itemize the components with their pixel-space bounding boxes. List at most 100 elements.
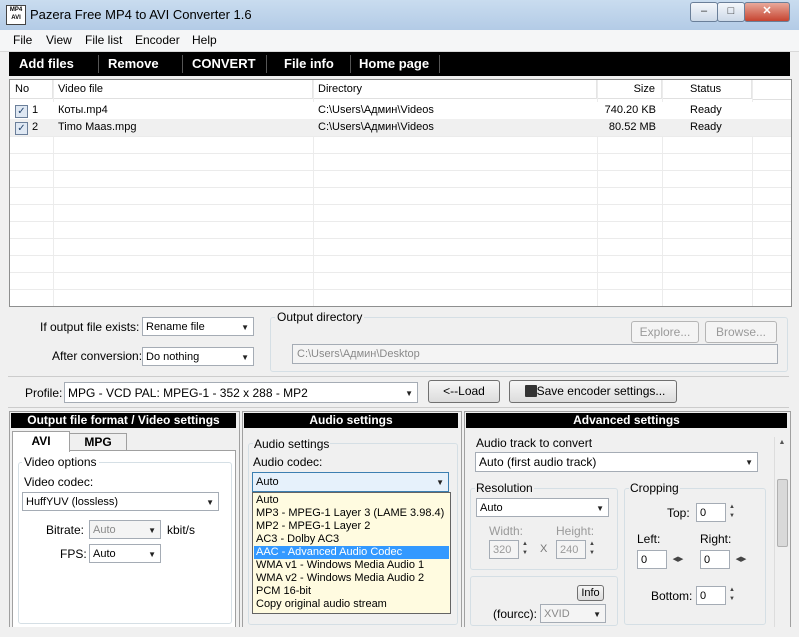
audio-settings-group-label: Audio settings xyxy=(253,437,331,451)
save-encoder-settings-label: Save encoder settings... xyxy=(536,384,666,398)
row-number: 1 xyxy=(32,104,39,116)
chevron-down-icon: ▼ xyxy=(148,526,156,535)
empty-row xyxy=(10,238,791,256)
file-list-table[interactable]: No Video file Directory Size Status ✓ 1 … xyxy=(9,79,792,307)
menu-file-list[interactable]: File list xyxy=(85,33,122,47)
close-button[interactable]: ✕ xyxy=(744,2,790,22)
save-disk-icon xyxy=(525,385,537,397)
video-options-label: Video options xyxy=(22,455,99,469)
resolution-value: Auto xyxy=(480,502,503,514)
audio-codec-option-mp2[interactable]: MP2 - MPEG-1 Layer 2 xyxy=(254,520,449,533)
output-directory-field[interactable]: C:\Users\Админ\Desktop xyxy=(292,344,778,364)
audio-codec-option-wma2[interactable]: WMA v2 - Windows Media Audio 2 xyxy=(254,572,449,585)
column-header-directory[interactable]: Directory xyxy=(314,80,597,99)
chevron-down-icon: ▼ xyxy=(405,389,413,398)
menu-help[interactable]: Help xyxy=(192,33,217,47)
fps-select[interactable]: Auto ▼ xyxy=(89,544,161,563)
crop-top-spin-buttons[interactable]: ▲ ▼ xyxy=(728,503,736,522)
row-status: Ready xyxy=(690,104,722,116)
profile-label: Profile: xyxy=(25,386,63,400)
audio-track-select[interactable]: Auto (first audio track) ▼ xyxy=(475,452,758,472)
empty-row xyxy=(10,153,791,171)
width-input[interactable]: 320 xyxy=(489,540,519,559)
crop-left-input[interactable]: 0 xyxy=(637,550,667,569)
audio-codec-option-auto[interactable]: Auto xyxy=(254,494,449,507)
after-conversion-select[interactable]: Do nothing ▼ xyxy=(142,347,254,366)
if-exists-value: Rename file xyxy=(146,321,205,333)
menu-encoder[interactable]: Encoder xyxy=(135,33,180,47)
width-spin-buttons[interactable]: ▲ ▼ xyxy=(521,540,529,559)
tab-avi[interactable]: AVI xyxy=(12,431,70,452)
convert-button[interactable]: CONVERT xyxy=(192,56,256,71)
crop-right-input[interactable]: 0 xyxy=(700,550,730,569)
info-button[interactable]: Info xyxy=(577,585,604,601)
audio-codec-option-aac[interactable]: AAC - Advanced Audio Codec xyxy=(254,546,449,559)
column-header-size[interactable]: Size xyxy=(598,80,662,99)
remove-button[interactable]: Remove xyxy=(108,56,159,71)
column-header-no[interactable]: No xyxy=(10,80,53,99)
resolution-select[interactable]: Auto ▼ xyxy=(476,498,609,517)
row-checkbox[interactable]: ✓ xyxy=(15,122,28,135)
width-label: Width: xyxy=(489,524,524,538)
audio-codec-option-mp3[interactable]: MP3 - MPEG-1 Layer 3 (LAME 3.98.4) xyxy=(254,507,449,520)
menu-file[interactable]: File xyxy=(13,33,32,47)
tab-mpg[interactable]: MPG xyxy=(69,433,127,451)
fourcc-select[interactable]: XVID ▼ xyxy=(540,604,606,623)
explore-button[interactable]: Explore... xyxy=(631,321,699,343)
audio-codec-option-pcm[interactable]: PCM 16-bit xyxy=(254,585,449,598)
audio-codec-dropdown-list[interactable]: Auto MP3 - MPEG-1 Layer 3 (LAME 3.98.4) … xyxy=(252,492,451,614)
row-directory: C:\Users\Админ\Videos xyxy=(318,121,434,133)
fps-label: FPS: xyxy=(60,547,87,561)
crop-left-spin-buttons[interactable]: ◀▶ xyxy=(669,550,687,569)
chevron-down-icon: ▼ xyxy=(745,458,753,467)
row-size: 80.52 MB xyxy=(608,121,656,133)
toolbar-separator xyxy=(266,55,267,73)
video-codec-select[interactable]: HuffYUV (lossless) ▼ xyxy=(22,492,219,511)
status-bar xyxy=(0,627,799,637)
maximize-button[interactable]: □ xyxy=(717,2,745,22)
toolbar-separator xyxy=(98,55,99,73)
profile-select[interactable]: MPG - VCD PAL: MPEG-1 - 352 x 288 - MP2 ▼ xyxy=(64,382,418,403)
bitrate-unit-label: kbit/s xyxy=(167,523,196,537)
home-page-button[interactable]: Home page xyxy=(359,56,429,71)
crop-bottom-input[interactable]: 0 xyxy=(696,586,726,605)
menu-view[interactable]: View xyxy=(46,33,72,47)
column-header-status[interactable]: Status xyxy=(663,80,752,99)
profile-value: MPG - VCD PAL: MPEG-1 - 352 x 288 - MP2 xyxy=(68,386,308,400)
after-conversion-label: After conversion: xyxy=(52,349,143,363)
browse-button[interactable]: Browse... xyxy=(705,321,777,343)
save-encoder-settings-button[interactable]: Save encoder settings... xyxy=(509,380,677,403)
scroll-up-icon[interactable]: ▲ xyxy=(777,439,787,449)
advanced-panel-scrollbar[interactable]: ▲ xyxy=(774,437,789,627)
audio-codec-option-ac3[interactable]: AC3 - Dolby AC3 xyxy=(254,533,449,546)
add-files-button[interactable]: Add files xyxy=(19,56,74,71)
empty-row xyxy=(10,289,791,306)
scrollbar-thumb[interactable] xyxy=(777,479,788,547)
app-icon: MP4 AVI xyxy=(6,5,26,25)
column-header-video-file[interactable]: Video file xyxy=(54,80,313,99)
row-checkbox[interactable]: ✓ xyxy=(15,105,28,118)
minimize-button[interactable]: – xyxy=(690,2,718,22)
chevron-down-icon: ▼ xyxy=(241,353,249,362)
chevron-down-icon: ▼ xyxy=(593,610,601,619)
if-exists-select[interactable]: Rename file ▼ xyxy=(142,317,254,336)
audio-track-value: Auto (first audio track) xyxy=(479,455,597,469)
table-row[interactable]: ✓ 2 Timo Maas.mpg C:\Users\Админ\Videos … xyxy=(10,119,791,137)
crop-top-input[interactable]: 0 xyxy=(696,503,726,522)
height-spin-buttons[interactable]: ▲ ▼ xyxy=(588,540,596,559)
crop-right-spin-buttons[interactable]: ◀▶ xyxy=(732,550,750,569)
after-conversion-value: Do nothing xyxy=(146,351,200,363)
audio-codec-select[interactable]: Auto ▼ xyxy=(252,472,449,492)
audio-track-label: Audio track to convert xyxy=(476,436,593,450)
audio-codec-option-wma1[interactable]: WMA v1 - Windows Media Audio 1 xyxy=(254,559,449,572)
video-panel-header: Output file format / Video settings xyxy=(11,413,236,428)
crop-bottom-spin-buttons[interactable]: ▲ ▼ xyxy=(728,586,736,605)
row-directory: C:\Users\Админ\Videos xyxy=(318,104,434,116)
audio-codec-option-copy[interactable]: Copy original audio stream xyxy=(254,598,449,611)
table-row[interactable]: ✓ 1 Коты.mp4 C:\Users\Админ\Videos 740.2… xyxy=(10,102,791,120)
bitrate-select[interactable]: Auto ▼ xyxy=(89,520,161,539)
chevron-down-icon: ▼ xyxy=(436,478,444,487)
height-input[interactable]: 240 xyxy=(556,540,586,559)
file-info-button[interactable]: File info xyxy=(284,56,334,71)
load-profile-button[interactable]: <--Load xyxy=(428,380,500,403)
